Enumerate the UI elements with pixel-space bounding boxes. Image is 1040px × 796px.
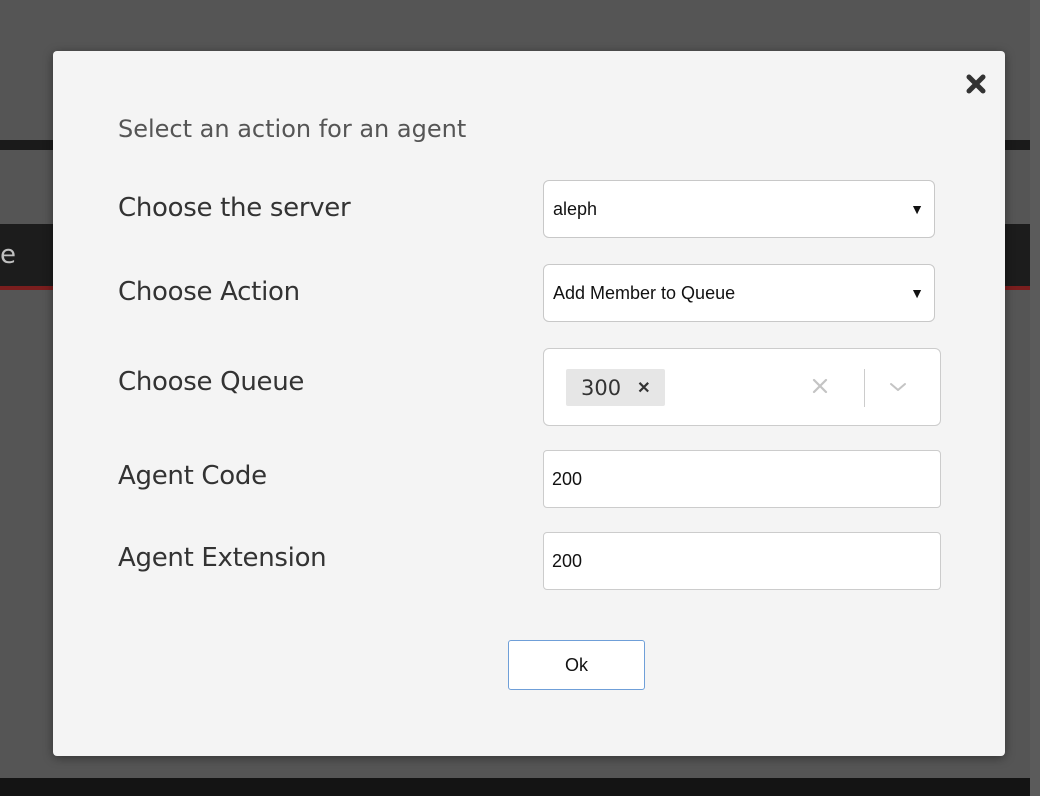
server-select[interactable]: aleph ▼ bbox=[543, 180, 935, 238]
queue-chip: 300 ✕ bbox=[566, 369, 665, 406]
agent-extension-input[interactable] bbox=[543, 532, 941, 590]
queue-chip-label: 300 bbox=[581, 375, 622, 400]
dropdown-arrow-icon: ▼ bbox=[910, 285, 924, 301]
server-label: Choose the server bbox=[118, 193, 351, 223]
dropdown-arrow-icon: ▼ bbox=[910, 201, 924, 217]
server-selected-value: aleph bbox=[553, 198, 598, 219]
action-select[interactable]: Add Member to Queue ▼ bbox=[543, 264, 935, 322]
multiselect-separator bbox=[864, 369, 865, 407]
background-right-edge bbox=[1030, 0, 1040, 796]
modal-title: Select an action for an agent bbox=[118, 115, 467, 143]
action-label: Choose Action bbox=[118, 277, 300, 307]
close-x-icon bbox=[966, 74, 986, 94]
agent-extension-label: Agent Extension bbox=[118, 543, 327, 573]
ok-button[interactable]: Ok bbox=[508, 640, 645, 690]
background-bottom-bar bbox=[0, 778, 1040, 796]
chevron-down-icon[interactable] bbox=[884, 373, 912, 401]
background-header-text: e bbox=[0, 240, 16, 270]
queue-label: Choose Queue bbox=[118, 367, 305, 397]
close-button[interactable] bbox=[963, 71, 989, 97]
agent-code-input[interactable] bbox=[543, 450, 941, 508]
action-selected-value: Add Member to Queue bbox=[553, 282, 736, 303]
queue-multiselect[interactable]: 300 ✕ bbox=[543, 348, 941, 426]
clear-selection-icon[interactable] bbox=[807, 373, 833, 399]
agent-action-modal: Select an action for an agent Choose the… bbox=[53, 51, 1005, 756]
chip-remove-icon[interactable]: ✕ bbox=[637, 378, 650, 398]
agent-code-label: Agent Code bbox=[118, 461, 267, 491]
